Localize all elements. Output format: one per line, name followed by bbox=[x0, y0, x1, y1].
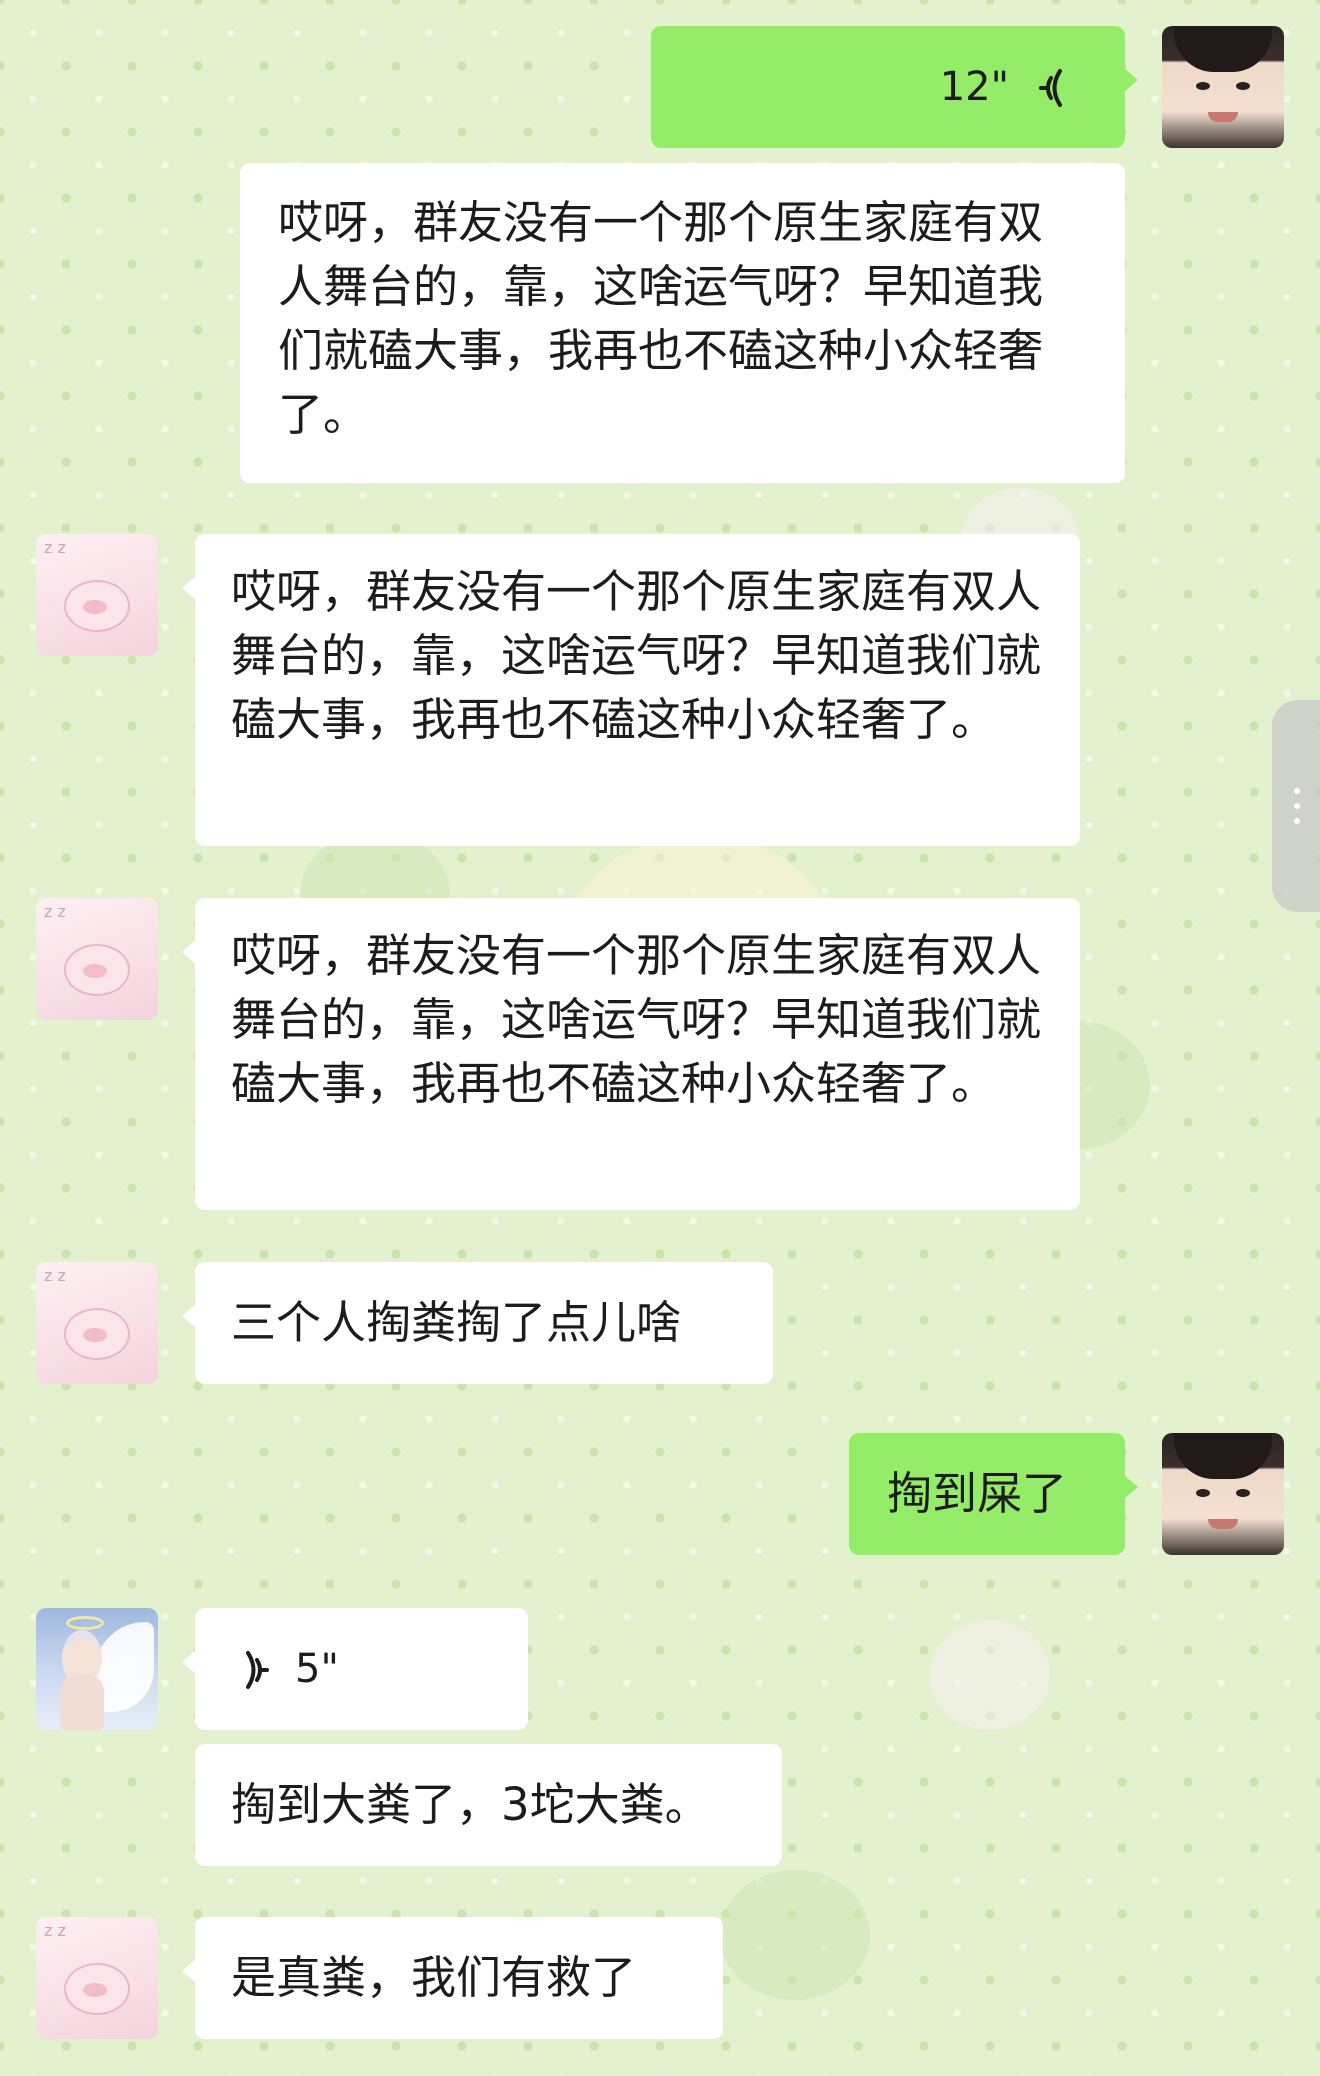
message-text: 掏到大粪了，3坨大粪。 bbox=[231, 1778, 710, 1831]
message-text: 三个人掏粪掏了点儿啥 bbox=[231, 1296, 682, 1349]
voice-wave-icon bbox=[233, 1647, 273, 1691]
message-text: 掏到屎了 bbox=[887, 1467, 1068, 1520]
voice-duration: 5" bbox=[295, 1646, 339, 1692]
text-message-bubble[interactable]: 哎呀，群友没有一个那个原生家庭有双人舞台的，靠，这啥运气呀？早知道我们就磕大事，… bbox=[240, 163, 1125, 483]
avatar[interactable]: z z bbox=[36, 898, 158, 1020]
voice-message-bubble[interactable]: 12" bbox=[651, 26, 1138, 148]
wallpaper-paw-decoration bbox=[930, 1620, 1050, 1730]
text-message-bubble[interactable]: 三个人掏粪掏了点儿啥 bbox=[182, 1262, 773, 1384]
text-message-bubble[interactable]: 哎呀，群友没有一个那个原生家庭有双人舞台的，靠，这啥运气呀？早知道我们就磕大事，… bbox=[182, 534, 1080, 846]
avatar[interactable] bbox=[1162, 1433, 1284, 1555]
side-floating-handle[interactable] bbox=[1272, 700, 1320, 912]
avatar[interactable] bbox=[36, 1608, 158, 1730]
text-message-bubble[interactable]: 是真粪，我们有救了 bbox=[182, 1917, 723, 2039]
message-text: 是真粪，我们有救了 bbox=[231, 1951, 637, 2004]
text-message-bubble[interactable]: 掏到屎了 bbox=[849, 1433, 1138, 1555]
message-text: 哎呀，群友没有一个那个原生家庭有双人舞台的，靠，这啥运气呀？早知道我们就磕大事，… bbox=[278, 196, 1044, 441]
voice-message-bubble[interactable]: 5" bbox=[182, 1608, 528, 1730]
avatar[interactable]: z z bbox=[36, 1262, 158, 1384]
avatar[interactable]: z z bbox=[36, 1917, 158, 2039]
voice-wave-icon bbox=[1035, 65, 1075, 109]
text-message-bubble[interactable]: 掏到大粪了，3坨大粪。 bbox=[195, 1744, 782, 1866]
voice-duration: 12" bbox=[939, 64, 1009, 110]
avatar[interactable]: z z bbox=[36, 534, 158, 656]
message-text: 哎呀，群友没有一个那个原生家庭有双人舞台的，靠，这啥运气呀？早知道我们就磕大事，… bbox=[231, 929, 1042, 1110]
message-text: 哎呀，群友没有一个那个原生家庭有双人舞台的，靠，这啥运气呀？早知道我们就磕大事，… bbox=[231, 565, 1042, 746]
wallpaper-clover-decoration bbox=[720, 1870, 870, 2000]
avatar[interactable] bbox=[1162, 26, 1284, 148]
text-message-bubble[interactable]: 哎呀，群友没有一个那个原生家庭有双人舞台的，靠，这啥运气呀？早知道我们就磕大事，… bbox=[182, 898, 1080, 1210]
